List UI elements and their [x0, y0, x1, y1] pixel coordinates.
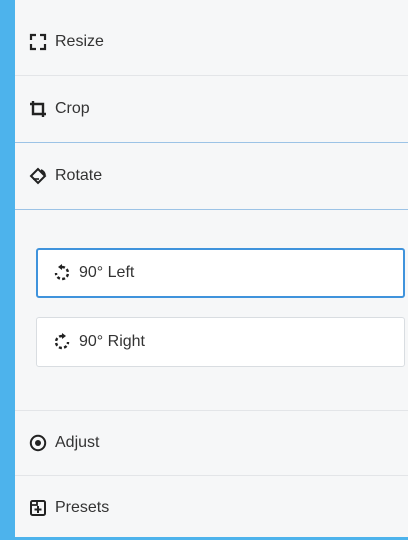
- rotate-right-label: 90° Right: [79, 333, 145, 350]
- rotate-right-icon: [53, 333, 71, 351]
- menu-item-label: Presets: [55, 499, 110, 516]
- rotate-options: 90° Left 90° Right: [15, 211, 408, 410]
- resize-icon: [29, 33, 47, 51]
- menu-item-presets[interactable]: Presets: [15, 476, 408, 540]
- menu-item-resize[interactable]: Resize: [15, 10, 408, 74]
- menu-item-label: Resize: [55, 33, 104, 50]
- rotate-right-button[interactable]: 90° Right: [36, 317, 405, 367]
- menu-item-label: Adjust: [55, 434, 100, 451]
- rotate-left-button[interactable]: 90° Left: [36, 248, 405, 298]
- menu-item-rotate[interactable]: Rotate: [15, 143, 408, 209]
- presets-icon: [29, 499, 47, 517]
- divider: [15, 209, 408, 210]
- rotate-left-label: 90° Left: [79, 264, 135, 281]
- image-editor-panel: Resize Crop Rotate 90° Left 90° Right Ad…: [15, 0, 408, 537]
- menu-item-adjust[interactable]: Adjust: [15, 411, 408, 475]
- menu-item-label: Crop: [55, 100, 90, 117]
- crop-icon: [29, 100, 47, 118]
- rotate-icon: [29, 167, 47, 185]
- rotate-left-icon: [53, 264, 71, 282]
- adjust-icon: [29, 434, 47, 452]
- menu-item-label: Rotate: [55, 167, 103, 184]
- menu-item-crop[interactable]: Crop: [15, 76, 408, 142]
